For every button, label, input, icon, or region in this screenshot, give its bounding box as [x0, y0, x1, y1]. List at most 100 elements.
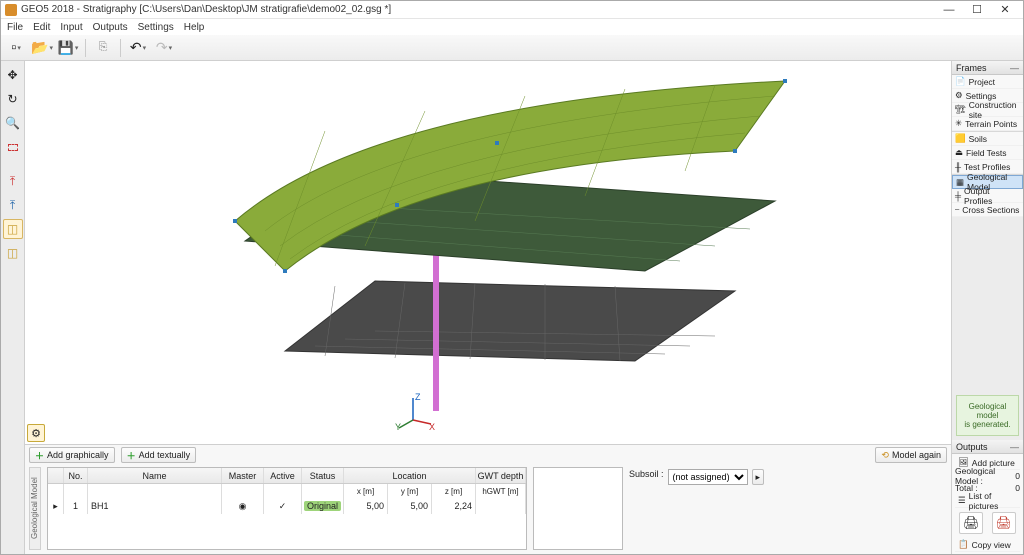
maximize-button[interactable]: ☐ [963, 2, 991, 18]
svg-text:Y: Y [395, 422, 401, 432]
main-toolbar: ▫▾ 📂▾ 💾▾ ⎘ ↶▾ ↷▾ [1, 35, 1023, 61]
window-title: GEO5 2018 - Stratigraphy [C:\Users\Dan\D… [21, 4, 935, 15]
add-textually-button[interactable]: ＋Add textually [121, 447, 197, 463]
cell-name: BH1 [88, 498, 222, 514]
subsoil-more-button[interactable]: ▸ [752, 469, 765, 485]
cell-master[interactable]: ◉ [222, 498, 264, 514]
content-area: ✥ ↻ 🔍 ⤒ ⤒ ◫ ◫ [1, 61, 1023, 554]
save-file-button[interactable]: 💾▾ [57, 37, 79, 59]
out-row1-val: 0 [1015, 471, 1020, 481]
frame-item-label: Test Profiles [964, 162, 1010, 172]
menu-input[interactable]: Input [60, 22, 82, 33]
frame-item-field-tests[interactable]: ⏏Field Tests [952, 146, 1023, 160]
left-toolbar: ✥ ↻ 🔍 ⤒ ⤒ ◫ ◫ [1, 61, 25, 554]
frame-item-label: Output Profiles [964, 186, 1020, 206]
model-graphic [175, 71, 815, 444]
col-z: z [m] [432, 484, 476, 498]
col-gwt: GWT depth [476, 468, 526, 483]
cell-active[interactable]: ✓ [264, 498, 302, 514]
outputs-collapse-icon[interactable]: — [1010, 442, 1019, 452]
frame-item-label: Project [969, 77, 995, 87]
add-graphically-button[interactable]: ＋Add graphically [29, 447, 115, 463]
subsoil-label: Subsoil : [629, 469, 664, 479]
table-row[interactable]: ▸ 1 BH1 ◉ ✓ Original 5,00 5,00 2,24 [48, 498, 526, 514]
frame-item-label: Field Tests [966, 148, 1006, 158]
frame-item-icon: ✳ [955, 118, 962, 129]
frames-collapse-icon[interactable]: — [1010, 63, 1019, 73]
minimize-button[interactable]: — [935, 2, 963, 18]
zoom-tool[interactable]: 🔍 [3, 113, 23, 133]
frame-item-cross-sections[interactable]: ⎯Cross Sections [952, 203, 1023, 217]
frame-item-icon: ▦ [956, 177, 964, 188]
print-button-1[interactable]: 🖨 [959, 512, 983, 534]
boreholes-table[interactable]: No. Name Master Active Status Location G… [47, 467, 527, 550]
subsoil-control: Subsoil : (not assigned) ▸ [629, 467, 764, 550]
app-icon [5, 4, 17, 16]
list-pictures-button[interactable]: ☰List of pictures [955, 494, 1020, 508]
app-window: GEO5 2018 - Stratigraphy [C:\Users\Dan\D… [0, 0, 1024, 555]
frame-item-construction-site[interactable]: 🏗Construction site [952, 103, 1023, 117]
frame-item-icon: ⎯ [955, 204, 959, 215]
frame-item-icon: 📄 [955, 76, 966, 87]
bottom-panel: ＋Add graphically ＋Add textually ⟲Model a… [25, 444, 951, 554]
print-button-2[interactable]: 🖨 [992, 512, 1016, 534]
status-box: Geological model is generated. [956, 395, 1019, 436]
viewport-settings-button[interactable]: ⚙ [27, 424, 45, 442]
bottom-side-label: Geological Model [29, 467, 41, 550]
cell-status: Original [302, 498, 344, 514]
menu-edit[interactable]: Edit [33, 22, 50, 33]
col-location: Location [344, 468, 476, 483]
open-file-button[interactable]: 📂▾ [31, 37, 53, 59]
subsoil-select[interactable]: (not assigned) [668, 469, 748, 485]
viewport-3d[interactable]: Z X Y ⚙ [25, 61, 951, 444]
frame-item-icon: ⏏ [955, 147, 963, 158]
col-master: Master [222, 468, 264, 483]
view-wire-tool[interactable]: ◫ [3, 243, 23, 263]
menu-outputs[interactable]: Outputs [93, 22, 128, 33]
col-name: Name [88, 468, 222, 483]
zoom-window-tool[interactable] [3, 137, 23, 157]
frame-item-icon: 🏗 [955, 104, 966, 115]
frame-item-label: Terrain Points [965, 119, 1017, 129]
frame-item-icon: ╫ [955, 162, 961, 172]
cell-no: 1 [64, 498, 88, 514]
frames-header: Frames— [952, 61, 1023, 75]
copy-view-button[interactable]: 📋Copy view [955, 538, 1020, 552]
model-again-button[interactable]: ⟲Model again [875, 447, 947, 463]
frame-item-icon: ⚙ [955, 90, 963, 101]
frame-item-output-profiles[interactable]: ╪Output Profiles [952, 189, 1023, 203]
frame-item-icon: 🟨 [955, 133, 966, 144]
axis-tool-1[interactable]: ⤒ [3, 171, 23, 191]
cell-z: 2,24 [432, 498, 476, 514]
rotate-tool[interactable]: ↻ [3, 89, 23, 109]
col-y: y [m] [388, 484, 432, 498]
frame-item-label: Construction site [969, 100, 1020, 120]
close-button[interactable]: ✕ [991, 2, 1019, 18]
pan-tool[interactable]: ✥ [3, 65, 23, 85]
axis-tool-2[interactable]: ⤒ [3, 195, 23, 215]
frames-list: 📄Project⚙Settings🏗Construction site✳Terr… [952, 75, 1023, 217]
cell-x: 5,00 [344, 498, 388, 514]
col-no: No. [64, 468, 88, 483]
undo-button[interactable]: ↶▾ [127, 37, 149, 59]
menu-file[interactable]: File [7, 22, 23, 33]
frame-item-project[interactable]: 📄Project [952, 75, 1023, 89]
col-x: x [m] [344, 484, 388, 498]
toolbar-extra-button[interactable]: ⎘ [92, 37, 114, 59]
menu-settings[interactable]: Settings [138, 22, 174, 33]
outputs-panel: Outputs— 🖼Add picture Geological Model :… [952, 440, 1023, 554]
menu-help[interactable]: Help [184, 22, 205, 33]
frame-item-label: Cross Sections [962, 205, 1019, 215]
view-3d-tool[interactable]: ◫ [3, 219, 23, 239]
detail-box [533, 467, 623, 550]
row-marker: ▸ [48, 498, 64, 514]
redo-button[interactable]: ↷▾ [153, 37, 175, 59]
right-panel: Frames— 📄Project⚙Settings🏗Construction s… [951, 61, 1023, 554]
center-area: Z X Y ⚙ ＋Add graphically ＋Add textually … [25, 61, 951, 554]
bottom-toolbar: ＋Add graphically ＋Add textually ⟲Model a… [25, 445, 951, 465]
axes-indicator: Z X Y [395, 392, 435, 432]
cell-h [476, 498, 526, 514]
frame-item-soils[interactable]: 🟨Soils [952, 132, 1023, 146]
frame-item-terrain-points[interactable]: ✳Terrain Points [952, 117, 1023, 131]
new-file-button[interactable]: ▫▾ [5, 37, 27, 59]
